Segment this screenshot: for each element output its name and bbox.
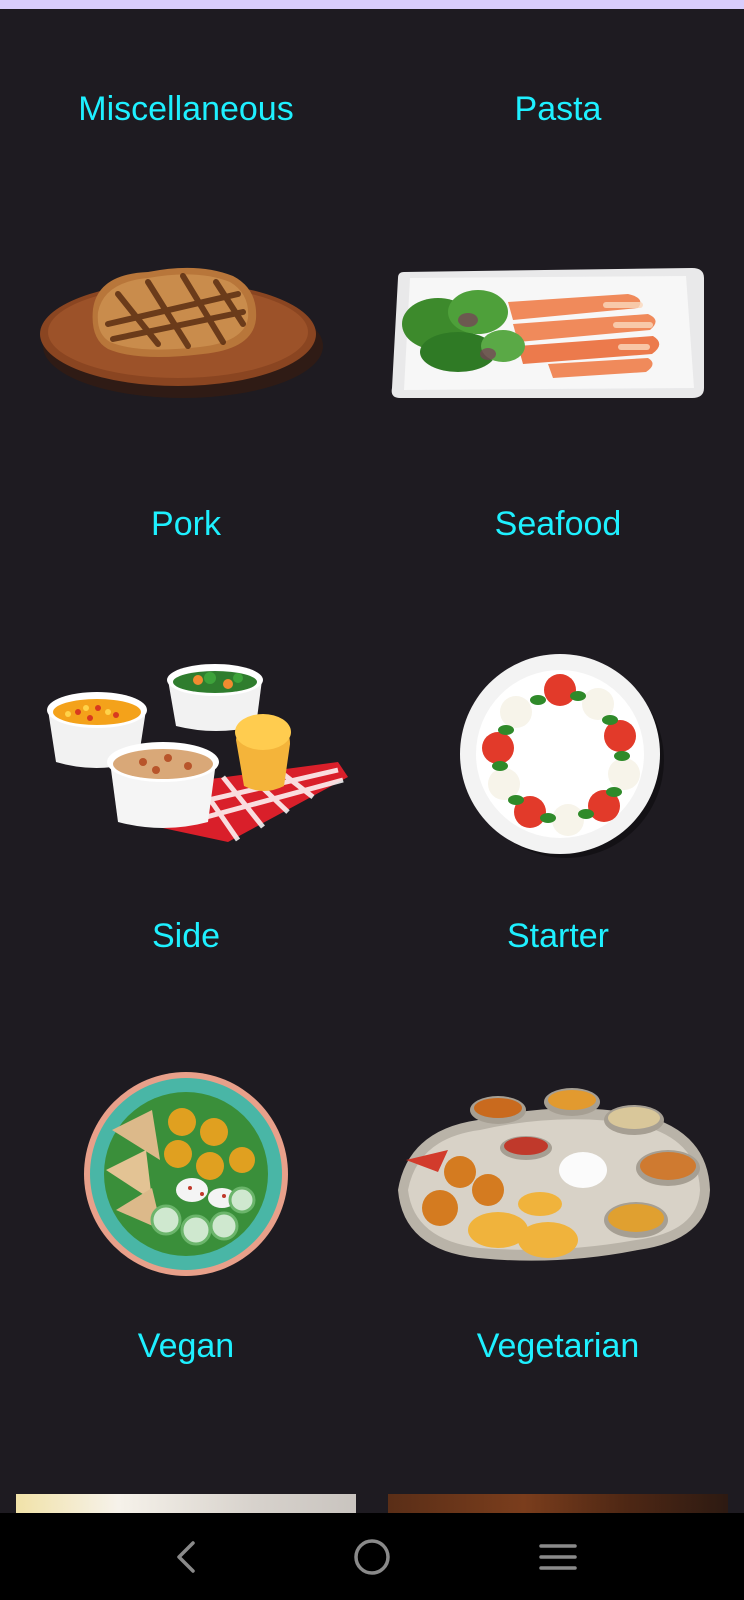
- nav-back-button[interactable]: [156, 1527, 216, 1587]
- category-label: Miscellaneous: [78, 90, 294, 128]
- category-label: Pasta: [514, 90, 602, 128]
- category-label: Vegan: [137, 1327, 235, 1365]
- menu-icon: [539, 1544, 577, 1570]
- category-label: Pork: [151, 505, 221, 543]
- category-label: Starter: [506, 917, 610, 955]
- next-category-image-left[interactable]: [16, 1494, 356, 1513]
- pork-steak-image: [40, 267, 323, 398]
- nav-home-button[interactable]: [342, 1527, 402, 1587]
- vegan-bowl-image: [84, 1072, 288, 1276]
- category-label: Vegetarian: [476, 1327, 640, 1365]
- next-category-image-right[interactable]: [388, 1494, 728, 1513]
- back-icon: [177, 1541, 195, 1573]
- nav-menu-button[interactable]: [528, 1527, 588, 1587]
- thali-platter-image: [398, 1088, 710, 1261]
- status-bar-strip: [0, 0, 744, 9]
- category-label: Seafood: [494, 505, 622, 543]
- caprese-plate-image: [460, 654, 664, 858]
- home-icon: [354, 1539, 390, 1575]
- side-dishes-image: [47, 664, 348, 842]
- salmon-plate-image: [391, 268, 704, 398]
- system-nav-bar: [0, 1513, 744, 1600]
- category-label: Side: [151, 917, 221, 955]
